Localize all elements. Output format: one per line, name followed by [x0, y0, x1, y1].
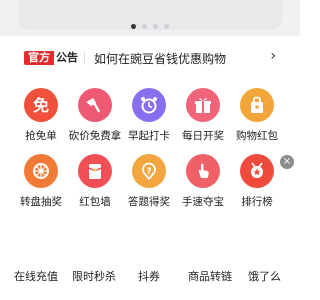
- feature-label: 购物红包: [236, 130, 278, 142]
- feature-label: 抢免单: [25, 130, 57, 142]
- link-flash-sale[interactable]: 限时秒杀: [72, 268, 116, 284]
- feature-label: 砍价免费拿: [68, 130, 122, 142]
- hand-tap-icon: [186, 154, 220, 188]
- feature-wheel-lottery[interactable]: 转盘抽奖: [10, 154, 70, 224]
- feature-label: 红包墙: [79, 196, 111, 208]
- feature-early-checkin[interactable]: 早起打卡: [118, 88, 178, 158]
- carousel-dot[interactable]: [142, 24, 147, 29]
- close-icon[interactable]: ×: [280, 155, 294, 169]
- feature-label: 手速夺宝: [182, 196, 224, 208]
- bottom-quick-links: 在线充值 限时秒杀 抖券 商品转链 饿了么: [0, 268, 300, 288]
- feature-speed-treasure[interactable]: 手速夺宝: [172, 154, 232, 224]
- carousel-dots: [0, 24, 300, 29]
- feature-free-order[interactable]: 免 抢免单: [10, 88, 70, 158]
- feature-bargain[interactable]: 砍价免费拿: [64, 88, 124, 158]
- feature-quiz-reward[interactable]: ? 答题得奖: [118, 154, 178, 224]
- link-douyin-coupon[interactable]: 抖券: [138, 268, 160, 284]
- gift-icon: [186, 88, 220, 122]
- banner: [0, 0, 300, 36]
- link-eleme[interactable]: 饿了么: [248, 268, 281, 284]
- feature-shopping-redpacket[interactable]: 购物红包: [226, 88, 286, 158]
- feature-label: 答题得奖: [128, 196, 170, 208]
- notice-bar[interactable]: 官方 公告 如何在豌豆省钱优惠购物 ›: [0, 44, 300, 72]
- alarm-clock-icon: [132, 88, 166, 122]
- notice-text[interactable]: 如何在豌豆省钱优惠购物: [94, 50, 226, 67]
- notice-tag-announcement: 公告: [56, 51, 78, 64]
- free-icon: 免: [24, 88, 58, 122]
- feature-redpacket-wall[interactable]: 红包墙: [64, 154, 124, 224]
- feature-label: 排行榜: [241, 196, 273, 208]
- carousel-dot[interactable]: [153, 24, 158, 29]
- carousel-dot[interactable]: [164, 24, 169, 29]
- carousel-dot[interactable]: [131, 24, 136, 29]
- wheel-icon: [24, 154, 58, 188]
- feature-label: 每日开奖: [182, 130, 224, 142]
- feature-row-2: 转盘抽奖 红包墙 ? 答题得奖 手速夺宝 排行榜: [0, 154, 300, 224]
- medal-icon: [240, 154, 274, 188]
- link-online-recharge[interactable]: 在线充值: [14, 268, 58, 284]
- question-icon: ?: [132, 154, 166, 188]
- feature-label: 早起打卡: [128, 130, 170, 142]
- feature-leaderboard[interactable]: 排行榜: [226, 154, 286, 224]
- axe-icon: [78, 88, 112, 122]
- shopping-bag-icon: [240, 88, 274, 122]
- notice-tag-official: 官方: [24, 51, 54, 65]
- svg-text:免: 免: [33, 96, 49, 115]
- feature-daily-lottery[interactable]: 每日开奖: [172, 88, 232, 158]
- svg-text:?: ?: [146, 167, 151, 177]
- chevron-right-icon[interactable]: ›: [270, 48, 276, 64]
- feature-row-1: 免 抢免单 砍价免费拿 早起打卡 每日开奖 购物红包: [0, 88, 300, 158]
- notice-divider: [84, 52, 85, 64]
- link-product-convert[interactable]: 商品转链: [188, 268, 232, 284]
- red-envelope-icon: [78, 154, 112, 188]
- feature-label: 转盘抽奖: [20, 196, 62, 208]
